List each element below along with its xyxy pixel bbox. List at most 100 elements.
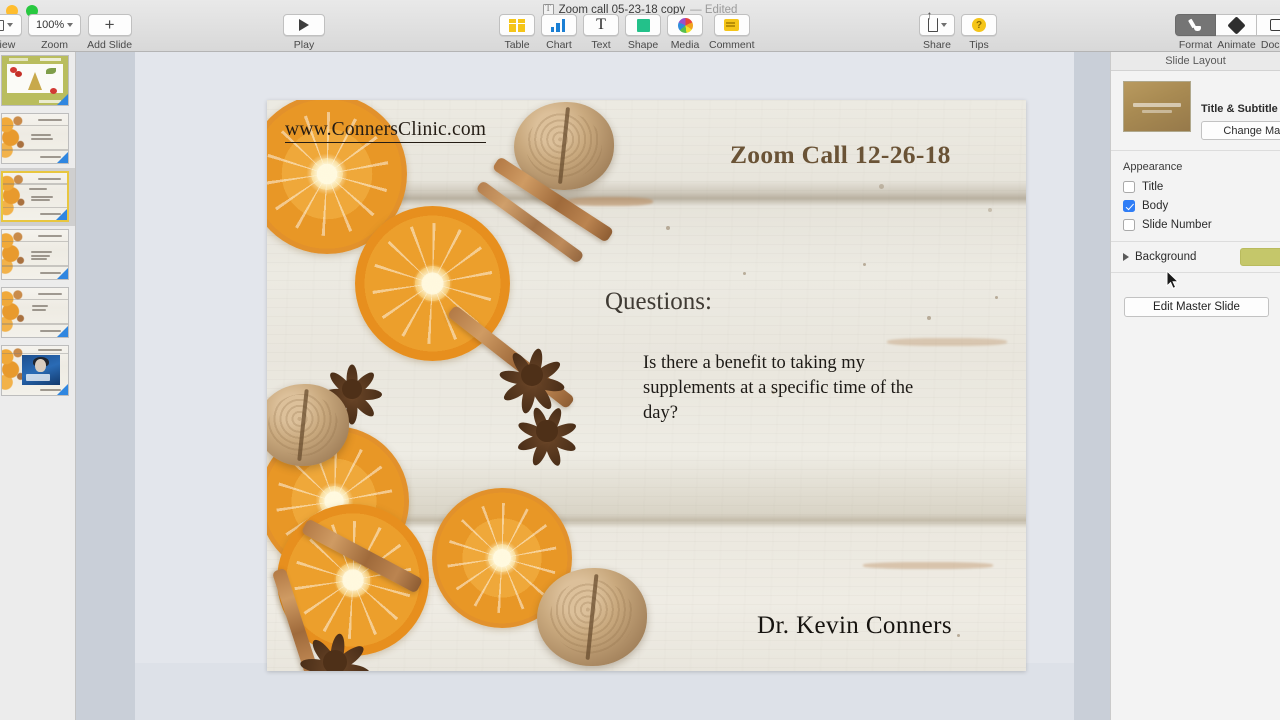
thumbnail-slide-2[interactable] xyxy=(0,110,76,168)
appearance-slide-number-row[interactable]: Slide Number xyxy=(1123,219,1270,231)
table-label: Table xyxy=(504,39,529,51)
document-panel-button[interactable]: Docum xyxy=(1257,14,1280,51)
background-section[interactable]: Background xyxy=(1111,242,1280,273)
slide-background-photo[interactable]: www.ConnersClinic.com Zoom Call 12-26-18… xyxy=(267,100,1026,671)
slide-url-text[interactable]: www.ConnersClinic.com xyxy=(285,119,486,143)
change-master-button[interactable]: Change Master xyxy=(1201,121,1280,140)
format-label: Format xyxy=(1179,39,1212,51)
workspace: www.ConnersClinic.com Zoom Call 12-26-18… xyxy=(76,52,1110,720)
play-icon xyxy=(299,19,309,31)
background-color-swatch[interactable] xyxy=(1240,248,1280,266)
shape-label: Shape xyxy=(628,39,658,51)
insert-text-button[interactable]: T Text xyxy=(583,14,619,51)
view-button[interactable]: View xyxy=(0,14,22,51)
comment-icon xyxy=(724,19,739,31)
thumbnail-skip-marker xyxy=(57,384,68,395)
play-button[interactable]: Play xyxy=(283,14,325,51)
text-icon: T xyxy=(596,18,606,32)
title-checkbox-label: Title xyxy=(1142,181,1163,193)
share-button[interactable]: Share xyxy=(919,14,955,51)
insert-shape-button[interactable]: Shape xyxy=(625,14,661,51)
animate-panel-button[interactable]: Animate xyxy=(1216,14,1257,51)
background-label: Background xyxy=(1135,251,1196,263)
master-slide-thumbnail[interactable] xyxy=(1123,81,1191,132)
inspector-header: Slide Layout xyxy=(1111,52,1280,71)
thumbnail-slide-1[interactable] xyxy=(0,52,76,110)
appearance-section: Appearance Title Body Slide Number xyxy=(1111,151,1280,242)
shape-icon xyxy=(637,19,650,32)
star-anise xyxy=(506,390,588,472)
slide-canvas[interactable]: www.ConnersClinic.com Zoom Call 12-26-18… xyxy=(135,52,1074,720)
format-panel-button[interactable]: Format xyxy=(1175,14,1216,51)
master-name: Title & Subtitle xyxy=(1201,103,1280,115)
body-checkbox-label: Body xyxy=(1142,200,1168,212)
document-icon xyxy=(1270,19,1280,31)
document-label: Docum xyxy=(1261,39,1280,51)
chevron-down-icon xyxy=(941,23,947,27)
tips-icon: ? xyxy=(972,18,986,32)
media-icon xyxy=(678,18,693,33)
toolbar-play-group: Play xyxy=(283,14,325,51)
insert-table-button[interactable]: Table xyxy=(499,14,535,51)
body-checkbox[interactable] xyxy=(1123,200,1135,212)
toolbar: Zoom call 05-23-18 copy — Edited View 10… xyxy=(0,0,1280,52)
animate-diamond-icon xyxy=(1227,16,1245,34)
slide-number-checkbox-label: Slide Number xyxy=(1142,219,1212,231)
thumbnail-skip-marker xyxy=(57,326,68,337)
star-anise xyxy=(289,616,381,671)
thumbnail-skip-marker xyxy=(57,94,68,105)
appearance-label: Appearance xyxy=(1123,161,1270,173)
insert-chart-button[interactable]: Chart xyxy=(541,14,577,51)
thumbnail-slide-3[interactable] xyxy=(0,168,76,226)
slide-heading-text[interactable]: Questions: xyxy=(605,288,712,316)
appearance-body-row[interactable]: Body xyxy=(1123,200,1270,212)
zoom-button[interactable]: 100% Zoom xyxy=(28,14,81,51)
share-icon xyxy=(928,18,938,32)
thumbnail-slide-4[interactable] xyxy=(0,226,76,284)
edit-master-slide-button[interactable]: Edit Master Slide xyxy=(1124,297,1269,317)
slide-author-text[interactable]: Dr. Kevin Conners xyxy=(757,612,952,640)
chart-icon xyxy=(551,19,567,32)
tips-button[interactable]: ? Tips xyxy=(961,14,997,51)
view-label: View xyxy=(0,39,15,51)
master-section: Title & Subtitle Change Master xyxy=(1111,71,1280,151)
play-label: Play xyxy=(294,39,314,51)
thumbnail-slide-5[interactable] xyxy=(0,284,76,342)
edit-master-section: Edit Master Slide xyxy=(1111,273,1280,317)
zoom-label: Zoom xyxy=(41,39,68,51)
chevron-down-icon xyxy=(7,23,13,27)
thumbnail-media-image xyxy=(22,355,60,385)
slide-title-text[interactable]: Zoom Call 12-26-18 xyxy=(730,140,951,170)
thumbnail-skip-marker xyxy=(57,268,68,279)
share-label: Share xyxy=(923,39,951,51)
chart-label: Chart xyxy=(546,39,572,51)
plus-icon: + xyxy=(105,18,115,32)
format-brush-icon xyxy=(1188,18,1203,32)
text-label: Text xyxy=(591,39,610,51)
walnut xyxy=(537,568,647,666)
thumbnail-skip-marker xyxy=(57,152,68,163)
chevron-right-icon[interactable] xyxy=(1123,253,1129,261)
tips-label: Tips xyxy=(969,39,988,51)
chevron-down-icon xyxy=(67,23,73,27)
media-label: Media xyxy=(671,39,700,51)
slide-number-checkbox[interactable] xyxy=(1123,219,1135,231)
thumbnail-skip-marker xyxy=(56,209,67,220)
comment-label: Comment xyxy=(709,39,755,51)
slide-body-text[interactable]: Is there a benefit to taking my suppleme… xyxy=(643,351,933,426)
table-icon xyxy=(509,19,525,32)
view-icon xyxy=(0,20,4,31)
zoom-level-value: 100% xyxy=(36,19,64,31)
appearance-title-row[interactable]: Title xyxy=(1123,181,1270,193)
animate-label: Animate xyxy=(1217,39,1256,51)
title-checkbox[interactable] xyxy=(1123,181,1135,193)
toolbar-share-group: Share ? Tips xyxy=(919,14,997,51)
slide-navigator[interactable] xyxy=(0,52,76,720)
format-inspector: Slide Layout Title & Subtitle Change Mas… xyxy=(1110,52,1280,720)
thumbnail-slide-6[interactable] xyxy=(0,342,76,400)
add-slide-button[interactable]: + Add Slide xyxy=(87,14,132,51)
toolbar-insert-group: Table Chart T Text Shape xyxy=(499,14,755,51)
insert-comment-button[interactable]: Comment xyxy=(709,14,755,51)
insert-media-button[interactable]: Media xyxy=(667,14,703,51)
keynote-window: Zoom call 05-23-18 copy — Edited View 10… xyxy=(0,0,1280,720)
